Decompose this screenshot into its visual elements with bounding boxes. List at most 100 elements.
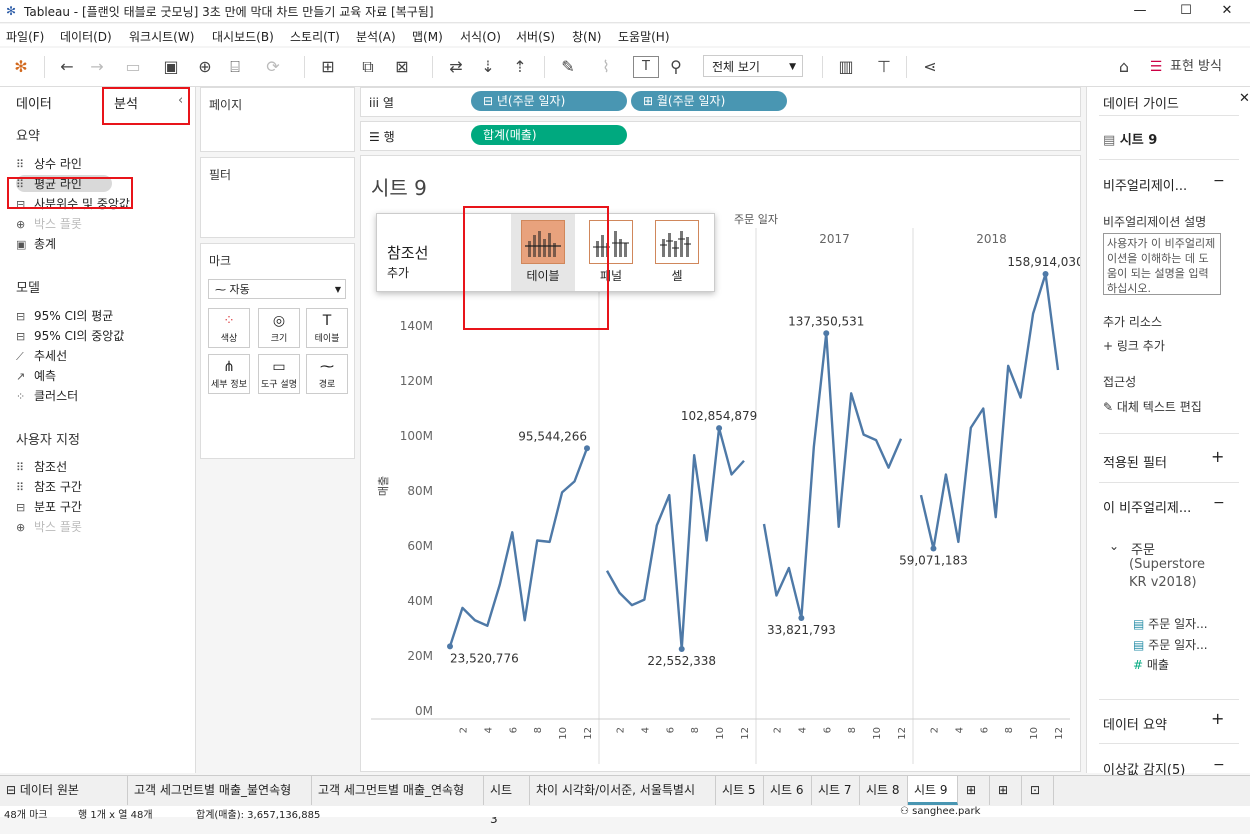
save-icon[interactable]: ▣ bbox=[160, 56, 182, 78]
viz-description-textarea[interactable]: 사용자가 이 비주얼리제이션을 이해하는 데 도움이 되는 설명을 입력하십시오… bbox=[1103, 233, 1221, 295]
columns-shelf[interactable]: iii 열 ⊟ 년(주문 일자) ⊞ 월(주문 일자) bbox=[360, 87, 1081, 117]
collapse-icon[interactable]: − bbox=[1213, 495, 1225, 511]
marks-detail-button[interactable]: ⋔ 세부 정보 bbox=[208, 354, 250, 394]
share-icon[interactable]: ⋖ bbox=[918, 56, 942, 78]
add-link-button[interactable]: + 링크 추가 bbox=[1103, 337, 1165, 354]
plus-icon: + bbox=[1103, 339, 1114, 353]
menu-worksheet[interactable]: 워크시트(W) bbox=[129, 28, 194, 45]
close-button[interactable]: ✕ bbox=[1204, 0, 1250, 22]
analytics-item-reference-line[interactable]: ⠿ 참조선 bbox=[16, 458, 67, 475]
format-painter-icon[interactable]: ⌂ bbox=[1112, 56, 1136, 78]
analytics-item-box-plot-custom[interactable]: ⊕ 박스 플롯 bbox=[16, 518, 82, 535]
marks-label-button[interactable]: T 테이블 bbox=[306, 308, 348, 348]
menu-dashboard[interactable]: 대시보드(B) bbox=[212, 28, 274, 45]
marks-path-button[interactable]: ⁓ 경로 bbox=[306, 354, 348, 394]
sort-descending-icon[interactable]: ⇡ bbox=[508, 56, 532, 78]
new-worksheet-icon[interactable]: ⊞ bbox=[316, 56, 340, 78]
field-sales[interactable]: # 매출 bbox=[1133, 656, 1169, 673]
new-datasource-icon[interactable]: ⊕ bbox=[194, 56, 216, 78]
analytics-item-reference-band[interactable]: ⠿ 참조 구간 bbox=[16, 478, 82, 495]
filters-card[interactable]: 필터 bbox=[200, 157, 355, 238]
new-sheet-icon[interactable]: ▭ bbox=[118, 56, 148, 78]
rows-shelf[interactable]: ☰ 행 합계(매출) bbox=[360, 121, 1081, 151]
sort-ascending-icon[interactable]: ⇣ bbox=[476, 56, 500, 78]
duplicate-icon[interactable]: ⧉ bbox=[356, 56, 380, 78]
tab-sheet[interactable]: 시트 3 bbox=[484, 776, 530, 826]
view-size-select[interactable]: 전체 보기 ▼ bbox=[703, 55, 803, 77]
analytics-item-totals[interactable]: ▣ 총계 bbox=[16, 235, 56, 252]
redo-icon[interactable]: → bbox=[86, 56, 108, 78]
expand-icon[interactable]: + bbox=[1211, 709, 1224, 728]
pause-updates-icon[interactable]: ⌸ bbox=[224, 56, 246, 78]
undo-icon[interactable]: ← bbox=[56, 56, 78, 78]
tab-sheet[interactable]: 고객 세그먼트별 매출_불연속형 bbox=[128, 776, 312, 805]
tab-sheet[interactable]: 시트 5 bbox=[716, 776, 764, 805]
maximize-button[interactable]: ☐ bbox=[1163, 0, 1209, 22]
menu-map[interactable]: 맵(M) bbox=[412, 28, 443, 45]
menu-file[interactable]: 파일(F) bbox=[6, 28, 44, 45]
menu-help[interactable]: 도움말(H) bbox=[618, 28, 670, 45]
menu-window[interactable]: 창(N) bbox=[572, 28, 601, 45]
show-me-icon[interactable]: ☰ bbox=[1148, 56, 1164, 78]
field-order-date-1[interactable]: ▤ 주문 일자... bbox=[1133, 615, 1208, 632]
mark-type-select[interactable]: ⁓ 자동 ▼ bbox=[208, 279, 346, 299]
pages-title: 페이지 bbox=[209, 98, 243, 112]
analytics-item-forecast[interactable]: ↗ 예측 bbox=[16, 367, 56, 384]
analytics-item-box-plot[interactable]: ⊕ 박스 플롯 bbox=[16, 215, 82, 232]
show-me-label[interactable]: 표현 방식 bbox=[1170, 56, 1230, 78]
ref-popup-subtitle: 추가 bbox=[387, 266, 410, 280]
analytics-item-ci-average[interactable]: ⊟ 95% CI의 평균 bbox=[16, 307, 113, 324]
edit-alt-text-button[interactable]: ✎ 대체 텍스트 편집 bbox=[1103, 398, 1202, 415]
menu-data[interactable]: 데이터(D) bbox=[60, 28, 112, 45]
collapse-icon[interactable]: − bbox=[1213, 173, 1225, 189]
field-order-date-2[interactable]: ▤ 주문 일자... bbox=[1133, 636, 1208, 653]
clear-sheet-icon[interactable]: ⊠ bbox=[390, 56, 414, 78]
swap-icon[interactable]: ⇄ bbox=[444, 56, 468, 78]
pill-sum-sales[interactable]: 합계(매출) bbox=[471, 125, 627, 145]
pill-month-order-date[interactable]: ⊞ 월(주문 일자) bbox=[631, 91, 787, 111]
tab-datasource[interactable]: ⊟ 데이터 원본 bbox=[0, 776, 128, 805]
new-dashboard-tab-icon[interactable]: ⊞ bbox=[992, 776, 1022, 805]
pages-card[interactable]: 페이지 bbox=[200, 87, 355, 152]
tab-sheet[interactable]: 차이 시각화/이서준, 서울특별시 bbox=[530, 776, 716, 805]
tab-data[interactable]: 데이터 bbox=[16, 93, 52, 112]
menu-server[interactable]: 서버(S) bbox=[516, 28, 555, 45]
analytics-item-constant-line[interactable]: ⠿ 상수 라인 bbox=[16, 155, 82, 172]
menu-format[interactable]: 서식(O) bbox=[460, 28, 501, 45]
tab-sheet-active[interactable]: 시트 9 bbox=[908, 776, 958, 805]
group-icon[interactable]: ⌇ bbox=[594, 56, 618, 78]
add-filter-icon[interactable]: + bbox=[1211, 447, 1224, 466]
highlight-icon[interactable]: ✎ bbox=[556, 56, 580, 78]
new-worksheet-tab-icon[interactable]: ⊞ bbox=[960, 776, 990, 805]
marks-color-button[interactable]: ⁘ 색상 bbox=[208, 308, 250, 348]
tab-sheet[interactable]: 시트 7 bbox=[812, 776, 860, 805]
marks-size-button[interactable]: ◎ 크기 bbox=[258, 308, 300, 348]
analytics-item-trend-line[interactable]: ⟋ 추세선 bbox=[16, 347, 67, 364]
pin-icon[interactable]: ⚲ bbox=[664, 56, 688, 78]
presentation-icon[interactable]: ⊤ bbox=[872, 56, 896, 78]
analytics-item-distribution-band[interactable]: ⊟ 분포 구간 bbox=[16, 498, 82, 515]
menu-analysis[interactable]: 분석(A) bbox=[356, 28, 396, 45]
collapse-icon[interactable]: − bbox=[1213, 757, 1225, 773]
close-icon[interactable]: ✕ bbox=[1239, 91, 1250, 106]
tab-sheet[interactable]: 고객 세그먼트별 매출_연속형 bbox=[312, 776, 484, 805]
new-story-tab-icon[interactable]: ⊡ bbox=[1024, 776, 1054, 805]
analytics-item-cluster[interactable]: ⁘ 클러스터 bbox=[16, 387, 78, 404]
accessibility-label: 접근성 bbox=[1103, 375, 1137, 389]
analytics-item-ci-median[interactable]: ⊟ 95% CI의 중앙값 bbox=[16, 327, 124, 344]
pill-year-order-date[interactable]: ⊟ 년(주문 일자) bbox=[471, 91, 627, 111]
datasource-chevron-icon[interactable]: ⌄ bbox=[1109, 539, 1119, 553]
ref-option-cell[interactable]: 셀 bbox=[645, 214, 709, 291]
tooltip-icon: ▭ bbox=[272, 359, 286, 375]
show-labels-icon[interactable]: T bbox=[633, 56, 659, 78]
tab-sheet[interactable]: 시트 6 bbox=[764, 776, 812, 805]
show-cards-icon[interactable]: ▥ bbox=[832, 56, 860, 78]
tab-sheet[interactable]: 시트 8 bbox=[860, 776, 908, 805]
menu-story[interactable]: 스토리(T) bbox=[290, 28, 340, 45]
marks-tooltip-button[interactable]: ▭ 도구 설명 bbox=[258, 354, 300, 394]
x-tick-label: 4 bbox=[640, 727, 651, 733]
minimize-button[interactable]: — bbox=[1117, 0, 1163, 22]
refresh-icon[interactable]: ⟳ bbox=[262, 56, 284, 78]
tableau-home-icon[interactable]: ✻ bbox=[10, 56, 32, 78]
this-viz-title: 이 비주얼리제... bbox=[1103, 501, 1192, 516]
